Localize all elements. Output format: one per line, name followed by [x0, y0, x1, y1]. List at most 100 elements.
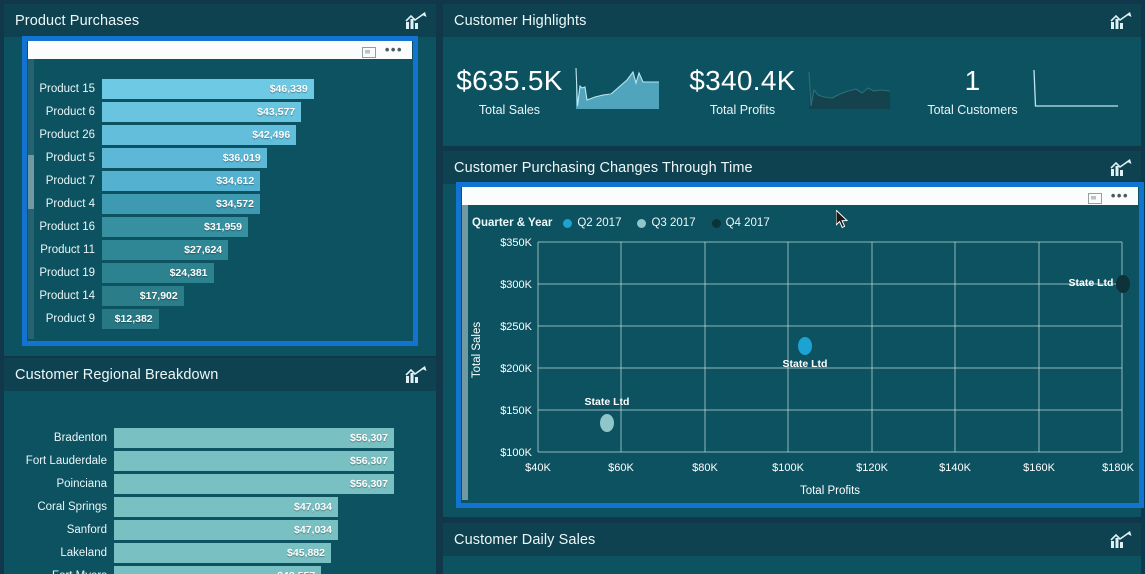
- table-row[interactable]: Product 16 $31,959: [36, 217, 394, 237]
- product-purchases-scrollbar[interactable]: [28, 59, 34, 339]
- chart-trend-icon: [405, 365, 427, 384]
- legend-title: Quarter & Year: [472, 217, 553, 229]
- x-tick-label: $60K: [608, 462, 634, 474]
- kpi-total-sales-value: $635.5K: [456, 65, 563, 97]
- kpi-total-profits[interactable]: $340.4K Total Profits: [676, 37, 909, 146]
- table-row[interactable]: Bradenton $56,307: [14, 428, 394, 448]
- grid-horizontal: [538, 241, 1122, 453]
- x-tick-label: $180K: [1102, 462, 1134, 474]
- product-purchases-bars: Product 15 $46,339 Product 6 $43,577 Pro…: [36, 79, 394, 332]
- point-label: State Ltd: [1069, 277, 1114, 289]
- bar-label: Lakeland: [60, 547, 107, 559]
- kpi-row: $635.5K Total Sales $340.4K Total Profit…: [443, 37, 1141, 146]
- x-tick-label: $100K: [772, 462, 804, 474]
- legend-item-q3[interactable]: Q3 2017: [637, 217, 696, 229]
- purchasing-changes-visual-toolbar[interactable]: •••: [462, 187, 1138, 205]
- bar-value: $47,034: [294, 524, 332, 536]
- bar-label: Sanford: [66, 524, 107, 536]
- y-tick-label: $150K: [500, 405, 532, 417]
- customer-regional-bars: Bradenton $56,307 Fort Lauderdale $56,30…: [14, 428, 394, 574]
- legend-item-q2[interactable]: Q2 2017: [563, 217, 621, 229]
- table-row[interactable]: Product 5 $36,019: [36, 148, 394, 168]
- mouse-pointer: [835, 208, 850, 235]
- panel-purchasing-changes-title: Customer Purchasing Changes Through Time: [454, 159, 753, 176]
- scatter-legend[interactable]: Quarter & Year Q2 2017 Q3 2017 Q4 2017: [472, 217, 779, 229]
- bar-label: Fort Myers: [14, 570, 114, 574]
- table-row[interactable]: Product 6 $43,577: [36, 102, 394, 122]
- table-row[interactable]: Fort Lauderdale $56,307: [14, 451, 394, 471]
- x-tick-label: $140K: [939, 462, 971, 474]
- kpi-total-sales[interactable]: $635.5K Total Sales: [443, 37, 676, 146]
- table-row[interactable]: Product 19 $24,381: [36, 263, 394, 283]
- product-purchases-visual-toolbar[interactable]: •••: [28, 41, 412, 59]
- panel-customer-daily-sales-body: [443, 556, 1141, 574]
- table-row[interactable]: Product 15 $46,339: [36, 79, 394, 99]
- panel-customer-highlights[interactable]: Customer Highlights $635.5K Total Sales: [443, 4, 1141, 146]
- y-tick-label: $300K: [500, 279, 532, 291]
- panel-customer-regional[interactable]: Customer Regional Breakdown Bradenton $5…: [4, 358, 436, 574]
- purchasing-changes-visual[interactable]: ••• Quarter & Year Q2 2017 Q3 2017 Q4 20…: [462, 187, 1138, 502]
- x-axis-title: Total Profits: [800, 485, 860, 497]
- chart-trend-icon: [1110, 158, 1132, 177]
- kpi-total-profits-value: $340.4K: [689, 65, 796, 97]
- scatter-plot[interactable]: $350K $300K $250K $200K $150K $100K $40K…: [462, 233, 1138, 502]
- y-tick-label: $350K: [500, 237, 532, 249]
- scatter-point-q4: State Ltd: [1069, 275, 1130, 293]
- table-row[interactable]: Product 14 $17,902: [36, 286, 394, 306]
- x-tick-label: $160K: [1023, 462, 1055, 474]
- bar-label: Poinciana: [56, 478, 107, 490]
- kpi-total-customers-value: 1: [964, 65, 981, 97]
- bar-label: Product 26: [39, 129, 95, 141]
- bar-value: $34,612: [216, 175, 255, 187]
- panel-product-purchases-title: Product Purchases: [15, 12, 140, 29]
- sales-sparkline: [573, 64, 663, 119]
- table-row[interactable]: Sanford $47,034: [14, 520, 394, 540]
- bar-label: Product 16: [39, 221, 95, 233]
- panel-customer-daily-sales[interactable]: Customer Daily Sales: [443, 523, 1141, 574]
- table-row[interactable]: Product 26 $42,496: [36, 125, 394, 145]
- table-row[interactable]: Coral Springs $47,034: [14, 497, 394, 517]
- legend-item-q4[interactable]: Q4 2017: [711, 217, 770, 229]
- bar-label: Product 5: [45, 152, 95, 164]
- panel-customer-highlights-body: $635.5K Total Sales $340.4K Total Profit…: [443, 37, 1141, 146]
- bar-value: $46,339: [269, 83, 308, 95]
- bar-value: $56,307: [350, 478, 388, 490]
- panel-customer-daily-sales-header: Customer Daily Sales: [443, 523, 1141, 556]
- y-axis-title: Total Sales: [471, 322, 483, 379]
- table-row[interactable]: Poinciana $56,307: [14, 474, 394, 494]
- product-purchases-visual[interactable]: ••• Product 15 $46,339 Product 6 $43,577…: [28, 41, 412, 339]
- kpi-total-customers[interactable]: 1 Total Customers: [909, 37, 1141, 146]
- bar-label: Product 11: [40, 244, 95, 256]
- bar-label: Bradenton: [53, 432, 107, 444]
- bar-value: $12,382: [114, 313, 153, 325]
- more-options-ellipsis-icon[interactable]: •••: [385, 43, 403, 56]
- panel-customer-highlights-title: Customer Highlights: [454, 12, 587, 29]
- panel-customer-daily-sales-title: Customer Daily Sales: [454, 531, 596, 548]
- kpi-total-profits-label: Total Profits: [709, 102, 776, 117]
- table-row[interactable]: Product 7 $34,612: [36, 171, 394, 191]
- panel-customer-highlights-header: Customer Highlights: [443, 4, 1141, 37]
- dashboard-canvas: Product Purchases ••• Product 15 $46,339…: [0, 0, 1145, 574]
- y-tick-label: $100K: [500, 447, 532, 459]
- grid-vertical: [537, 242, 1123, 452]
- focus-mode-icon[interactable]: [361, 45, 376, 58]
- scatter-scrollbar[interactable]: [462, 205, 468, 500]
- panel-product-purchases-header: Product Purchases: [4, 4, 436, 37]
- table-row[interactable]: Product 11 $27,624: [36, 240, 394, 260]
- bar-value: $56,307: [350, 455, 388, 467]
- table-row[interactable]: Product 4 $34,572: [36, 194, 394, 214]
- bar-value: $24,381: [169, 267, 208, 279]
- more-options-ellipsis-icon[interactable]: •••: [1111, 189, 1129, 202]
- panel-customer-regional-body: Bradenton $56,307 Fort Lauderdale $56,30…: [4, 391, 436, 574]
- focus-mode-icon[interactable]: [1087, 191, 1102, 204]
- kpi-total-customers-label: Total Customers: [927, 102, 1018, 117]
- table-row[interactable]: Fort Myers $43,557: [14, 566, 394, 574]
- table-row[interactable]: Lakeland $45,882: [14, 543, 394, 563]
- customers-sparkline: [1028, 64, 1123, 119]
- bar-value: $45,882: [287, 547, 325, 559]
- legend-label: Q4 2017: [725, 217, 770, 229]
- x-tick-label: $80K: [692, 462, 718, 474]
- table-row[interactable]: Product 9 $12,382: [36, 309, 394, 329]
- chart-trend-icon: [405, 11, 427, 30]
- x-tick-label: $40K: [525, 462, 551, 474]
